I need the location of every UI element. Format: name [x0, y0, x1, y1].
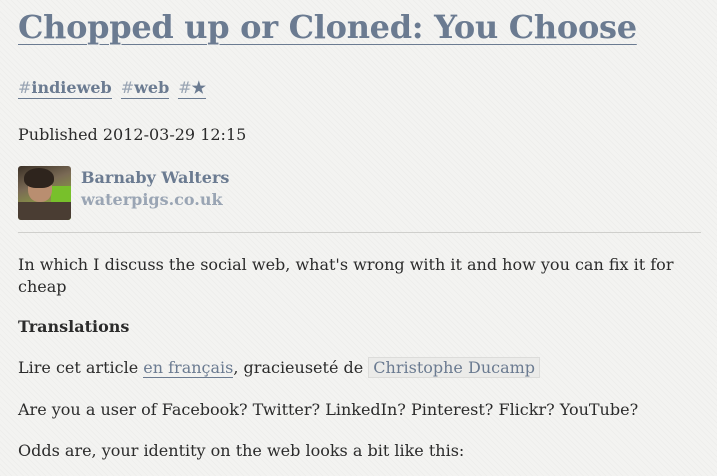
article-title-link[interactable]: Chopped up or Cloned: You Choose	[18, 6, 637, 48]
tag-list: #indieweb #web #★	[18, 78, 206, 99]
hash-symbol: #	[178, 78, 192, 97]
tag-label: indieweb	[31, 78, 112, 97]
translator-credit-link[interactable]: Christophe Ducamp	[368, 357, 541, 378]
translation-prefix: Lire cet article	[18, 358, 144, 377]
article-summary: In which I discuss the social web, what'…	[18, 255, 674, 296]
published-date: Published 2012-03-29 12:15	[18, 125, 247, 144]
author-card: Barnaby Walters waterpigs.co.uk	[18, 166, 229, 220]
divider	[18, 232, 701, 233]
paragraph: Are you a user of Facebook? Twitter? Lin…	[18, 400, 639, 419]
translation-middle: , gracieuseté de	[233, 358, 369, 377]
hash-symbol: #	[18, 78, 32, 97]
hash-symbol: #	[120, 78, 135, 97]
tag-label: web	[134, 78, 170, 97]
tag-star[interactable]: #★	[178, 78, 206, 99]
paragraph: Odds are, your identity on the web looks…	[18, 441, 465, 460]
french-translation-link[interactable]: en français	[143, 358, 234, 378]
tag-indieweb[interactable]: #indieweb	[18, 78, 112, 99]
star-icon: ★	[191, 78, 206, 97]
avatar-shirt	[18, 202, 71, 220]
translation-line: Lire cet article en français, gracieuset…	[18, 357, 541, 379]
author-details: Barnaby Walters waterpigs.co.uk	[81, 166, 229, 211]
translations-heading: Translations	[18, 317, 130, 336]
author-name-link[interactable]: Barnaby Walters	[81, 167, 229, 189]
tag-web[interactable]: #web	[120, 78, 170, 99]
avatar-hair	[24, 168, 54, 188]
author-avatar[interactable]	[18, 166, 71, 220]
author-url-link[interactable]: waterpigs.co.uk	[81, 189, 229, 211]
